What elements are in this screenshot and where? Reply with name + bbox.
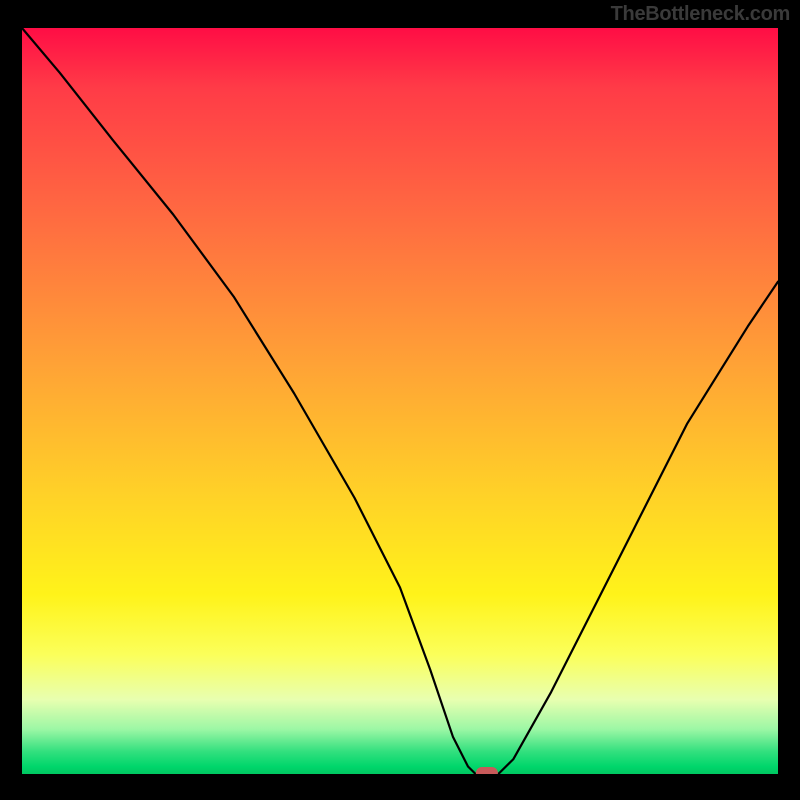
bottleneck-curve: [22, 28, 778, 774]
chart-frame: TheBottleneck.com: [0, 0, 800, 800]
plot-area: [22, 28, 778, 774]
optimal-marker: [476, 767, 498, 774]
chart-svg: [22, 28, 778, 774]
attribution-label: TheBottleneck.com: [611, 3, 790, 26]
